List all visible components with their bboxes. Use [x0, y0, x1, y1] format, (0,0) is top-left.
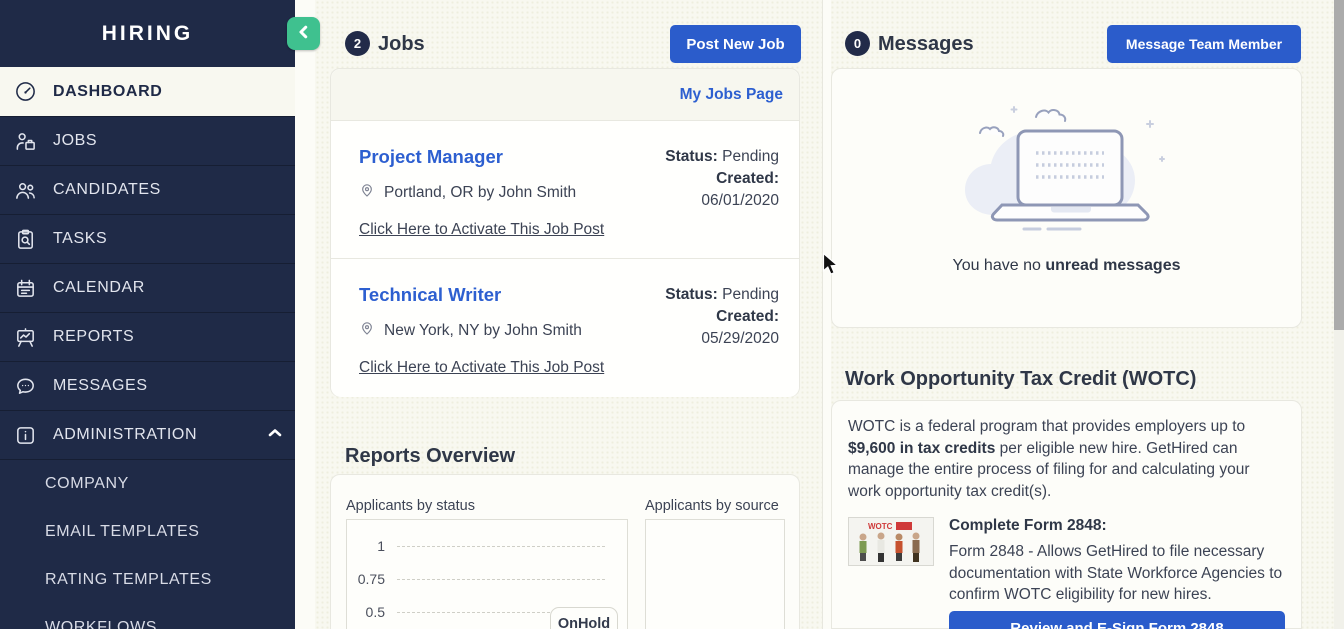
sidebar-item-candidates[interactable]: CANDIDATES — [0, 165, 295, 214]
created-label: Created: — [665, 306, 779, 328]
sidebar-subitem-label: RATING TEMPLATES — [45, 571, 212, 589]
job-title-link[interactable]: Technical Writer — [359, 284, 501, 306]
dashboard-gauge-icon — [13, 79, 38, 104]
calendar-icon — [13, 276, 38, 301]
applicants-by-source-chart — [645, 519, 785, 629]
job-location-text: Portland, OR by John Smith — [384, 184, 576, 202]
sidebar-subitem-workflows[interactable]: WORKFLOWS — [0, 604, 295, 629]
status-value: Pending — [722, 286, 779, 303]
messages-count-badge: 0 — [845, 31, 870, 56]
created-label: Created: — [665, 168, 779, 190]
sidebar-nav: DASHBOARD JOBS CANDIDATES TASKS — [0, 67, 295, 629]
status-value: Pending — [722, 148, 779, 165]
sidebar-item-tasks[interactable]: TASKS — [0, 214, 295, 263]
sidebar-subitem-label: EMAIL TEMPLATES — [45, 523, 200, 541]
sidebar-item-label: REPORTS — [53, 328, 134, 346]
jobs-card: My Jobs Page Project Manager Portland, O… — [330, 68, 800, 397]
job-location-text: New York, NY by John Smith — [384, 322, 582, 340]
form-2848-content: Complete Form 2848: Form 2848 - Allows G… — [949, 517, 1285, 629]
gridline — [397, 579, 605, 580]
sidebar-subitem-rating-templates[interactable]: RATING TEMPLATES — [0, 556, 295, 604]
applicants-by-source-label: Applicants by source — [645, 498, 779, 514]
sidebar-item-jobs[interactable]: JOBS — [0, 116, 295, 165]
form-2848-row: WOTC Complete Form 2848: Form 2848 - All… — [832, 517, 1301, 629]
post-new-job-button[interactable]: Post New Job — [670, 25, 801, 63]
hiring-dashboard: HIRING DASHBOARD JOBS CANDIDATES — [0, 0, 1344, 629]
y-axis-tick: 0.5 — [349, 604, 385, 620]
form-2848-description: Form 2848 - Allows GetHired to file nece… — [949, 541, 1285, 606]
sidebar-item-administration[interactable]: ADMINISTRATION — [0, 410, 295, 459]
status-label: Status: — [665, 286, 718, 303]
job-title-link[interactable]: Project Manager — [359, 146, 503, 168]
y-axis-tick: 1 — [349, 538, 385, 554]
applicants-by-status-chart: 1 0.75 0.5 OnHold — [346, 519, 628, 629]
chart-tooltip-onhold: OnHold — [550, 607, 618, 629]
sidebar-item-calendar[interactable]: CALENDAR — [0, 263, 295, 312]
messages-card: You have no unread messages — [831, 68, 1302, 328]
sidebar-item-dashboard[interactable]: DASHBOARD — [0, 67, 295, 116]
my-jobs-page-row: My Jobs Page — [331, 69, 799, 121]
chevron-up-icon — [267, 425, 283, 446]
reports-chart-icon — [13, 325, 38, 350]
sidebar-subitem-label: COMPANY — [45, 475, 129, 493]
wotc-description: WOTC is a federal program that provides … — [832, 401, 1301, 502]
sidebar-item-reports[interactable]: REPORTS — [0, 312, 295, 361]
sidebar-subitem-label: WORKFLOWS — [45, 619, 157, 629]
scrollbar-thumb[interactable] — [1334, 0, 1344, 330]
no-unread-messages-text: You have no unread messages — [832, 257, 1301, 275]
message-team-member-button[interactable]: Message Team Member — [1107, 25, 1301, 63]
applicants-by-status-label: Applicants by status — [346, 498, 475, 514]
location-pin-icon — [359, 320, 375, 341]
sidebar-item-label: ADMINISTRATION — [53, 426, 197, 444]
sidebar-subitem-company[interactable]: COMPANY — [0, 460, 295, 508]
page-scrollbar — [1334, 0, 1344, 629]
wotc-card: WOTC is a federal program that provides … — [831, 400, 1302, 629]
my-jobs-page-link[interactable]: My Jobs Page — [680, 86, 783, 104]
app-title: HIRING — [0, 0, 295, 67]
jobs-section-title: Jobs — [378, 33, 425, 56]
form-2848-title: Complete Form 2848: — [949, 517, 1285, 535]
sidebar-item-label: JOBS — [53, 132, 97, 150]
y-axis-tick: 0.75 — [349, 571, 385, 587]
empty-inbox-laptop-illustration — [952, 93, 1182, 245]
activate-job-link[interactable]: Click Here to Activate This Job Post — [359, 221, 604, 239]
column-divider — [822, 0, 831, 629]
location-pin-icon — [359, 182, 375, 203]
created-value: 05/29/2020 — [665, 328, 779, 350]
job-row-technical-writer: Technical Writer New York, NY by John Sm… — [331, 259, 799, 397]
sidebar-subitem-email-templates[interactable]: EMAIL TEMPLATES — [0, 508, 295, 556]
jobs-briefcase-person-icon — [13, 129, 38, 154]
sidebar-item-label: CANDIDATES — [53, 181, 161, 199]
sidebar-gutter — [295, 0, 315, 629]
jobs-count-badge: 2 — [345, 31, 370, 56]
messages-section-title: Messages — [878, 33, 974, 56]
job-meta: Status: Pending Created: 06/01/2020 — [665, 146, 779, 212]
administration-submenu: COMPANY EMAIL TEMPLATES RATING TEMPLATES… — [0, 459, 295, 629]
sidebar-item-messages[interactable]: MESSAGES — [0, 361, 295, 410]
chevron-left-icon — [297, 25, 311, 42]
sidebar-collapse-button[interactable] — [287, 17, 320, 50]
svg-text:WOTC: WOTC — [868, 522, 893, 531]
wotc-section-title: Work Opportunity Tax Credit (WOTC) — [845, 368, 1196, 391]
activate-job-link[interactable]: Click Here to Activate This Job Post — [359, 359, 604, 377]
sidebar: HIRING DASHBOARD JOBS CANDIDATES — [0, 0, 295, 629]
sidebar-item-label: MESSAGES — [53, 377, 148, 395]
messages-bubble-icon — [13, 374, 38, 399]
job-row-project-manager: Project Manager Portland, OR by John Smi… — [331, 121, 799, 259]
sidebar-item-label: TASKS — [53, 230, 107, 248]
reports-overview-card: Applicants by status 1 0.75 0.5 OnHold A… — [330, 474, 800, 629]
created-value: 06/01/2020 — [665, 190, 779, 212]
tasks-clipboard-icon — [13, 227, 38, 252]
sidebar-item-label: CALENDAR — [53, 279, 145, 297]
reports-overview-title: Reports Overview — [345, 445, 515, 468]
administration-info-icon — [13, 423, 38, 448]
job-meta: Status: Pending Created: 05/29/2020 — [665, 284, 779, 350]
candidates-people-icon — [13, 178, 38, 203]
sidebar-item-label: DASHBOARD — [53, 83, 162, 101]
wotc-form-thumbnail-image[interactable]: WOTC — [848, 517, 934, 566]
status-label: Status: — [665, 148, 718, 165]
review-esign-form-button[interactable]: Review and E-Sign Form 2848 — [949, 611, 1285, 629]
gridline — [397, 546, 605, 547]
